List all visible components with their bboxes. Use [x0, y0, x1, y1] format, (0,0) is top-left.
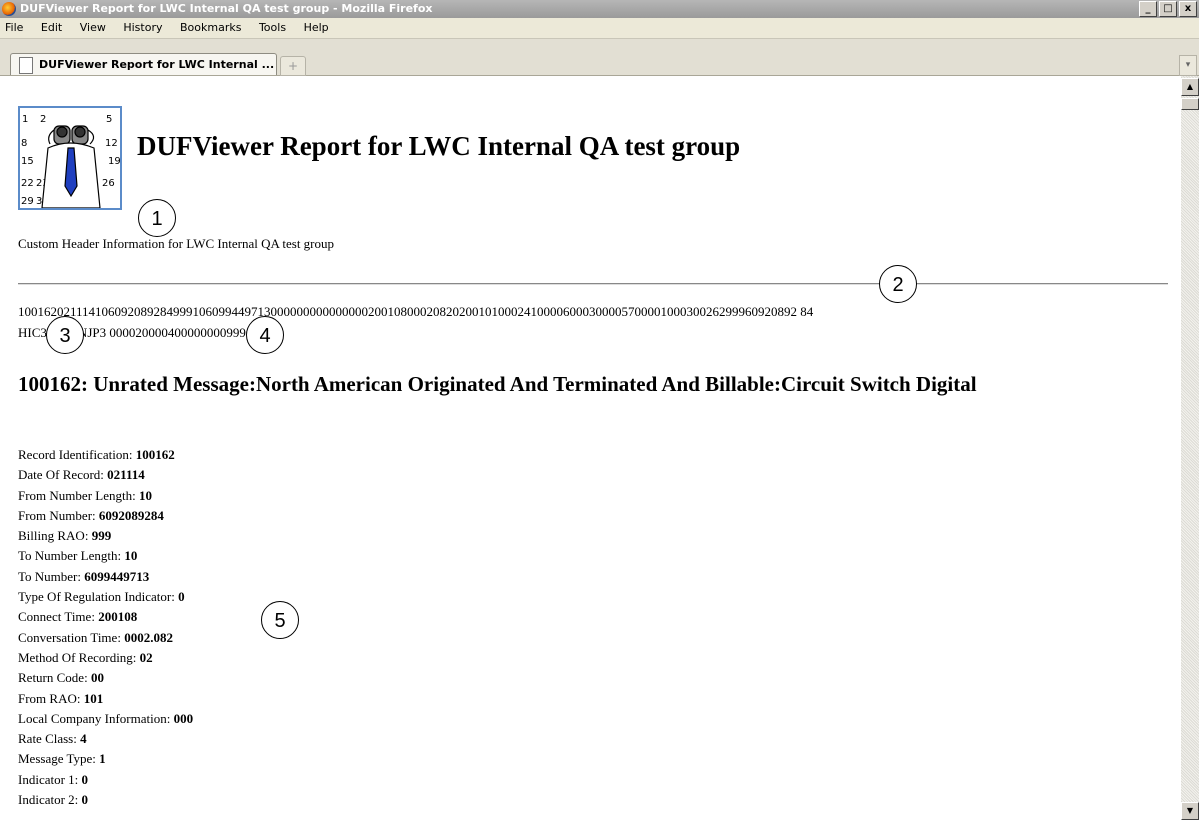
callout-4: 4	[246, 316, 284, 354]
field-type-of-regulation-indicator: Type Of Regulation Indicator: 0	[18, 589, 185, 605]
field-from-number-length: From Number Length: 10	[18, 487, 152, 503]
logo-day: 5	[106, 114, 112, 125]
logo-day: 12	[105, 138, 118, 149]
field-indicator-1: Indicator 1: 0	[18, 771, 89, 787]
window-controls: _ □ x	[1139, 1, 1197, 17]
field-from-number: From Number: 6092089284	[18, 507, 164, 523]
scroll-down-arrow-icon[interactable]: ▼	[1181, 802, 1199, 820]
new-tab-button[interactable]: +	[280, 56, 306, 76]
field-to-number-length: To Number Length: 10	[18, 548, 138, 564]
custom-header-info: Custom Header Information for LWC Intern…	[18, 236, 335, 251]
callout-2: 2	[879, 265, 917, 303]
menu-view[interactable]: View	[73, 18, 113, 38]
logo-day: 26	[102, 178, 115, 189]
logo-day: 19	[108, 156, 120, 167]
field-method-of-recording: Method Of Recording: 02	[18, 649, 153, 665]
window-titlebar: DUFViewer Report for LWC Internal QA tes…	[0, 0, 1199, 18]
record-fields: Record Identification: 100162 Date Of Re…	[18, 445, 193, 810]
field-record-identification: Record Identification: 100162	[18, 447, 175, 462]
logo-day: 22	[21, 178, 34, 189]
menu-history[interactable]: History	[116, 18, 169, 38]
menu-edit[interactable]: Edit	[34, 18, 69, 38]
scroll-up-arrow-icon[interactable]: ▲	[1181, 78, 1199, 96]
logo-day: 2	[40, 114, 46, 125]
field-from-rao: From RAO: 101	[18, 690, 104, 706]
page-content: 1 2 5 8 12 15 19 22 23 26 29 30	[0, 76, 1181, 820]
callout-1: 1	[138, 199, 176, 237]
field-billing-rao: Billing RAO: 999	[18, 528, 112, 544]
firefox-icon	[2, 2, 16, 16]
menu-bookmarks[interactable]: Bookmarks	[173, 18, 248, 38]
menu-tools[interactable]: Tools	[252, 18, 293, 38]
menu-file[interactable]: File	[0, 18, 30, 38]
calendar-binoculars-logo: 1 2 5 8 12 15 19 22 23 26 29 30	[18, 106, 122, 210]
logo-day: 29	[21, 196, 34, 207]
tab-bar: DUFViewer Report for LWC Internal ... + …	[0, 39, 1199, 76]
document-icon	[19, 57, 33, 74]
maximize-button[interactable]: □	[1159, 1, 1177, 17]
callout-3: 3	[46, 316, 84, 354]
field-conversation-time: Conversation Time: 0002.082	[18, 629, 173, 645]
field-to-number: To Number: 6099449713	[18, 568, 150, 584]
horizontal-rule	[18, 283, 1168, 285]
field-return-code: Return Code: 00	[18, 670, 104, 686]
field-indicator-2: Indicator 2: 0	[18, 792, 89, 808]
field-rate-class: Rate Class: 4	[18, 731, 87, 747]
page-title: DUFViewer Report for LWC Internal QA tes…	[137, 131, 741, 161]
menu-help[interactable]: Help	[297, 18, 336, 38]
tab-list-button[interactable]: ▾	[1179, 55, 1197, 76]
field-date-of-record: Date Of Record: 021114	[18, 467, 145, 483]
field-connect-time: Connect Time: 200108	[18, 609, 138, 625]
tab-label: DUFViewer Report for LWC Internal ...	[39, 58, 275, 71]
window-title: DUFViewer Report for LWC Internal QA tes…	[20, 2, 433, 15]
logo-day: 8	[21, 138, 27, 149]
close-button[interactable]: x	[1179, 1, 1197, 17]
logo-day: 1	[22, 114, 28, 125]
vertical-scrollbar[interactable]: ▲ ▼	[1181, 76, 1199, 820]
field-message-type: Message Type: 1	[18, 751, 106, 767]
record-title: 100162: Unrated Message:North American O…	[18, 372, 977, 396]
tab-dufviewer-report[interactable]: DUFViewer Report for LWC Internal ...	[10, 53, 277, 75]
field-local-company-information: Local Company Information: 000	[18, 710, 194, 726]
logo-day: 15	[21, 156, 34, 167]
menu-bar: File Edit View History Bookmarks Tools H…	[0, 18, 1199, 39]
minimize-button[interactable]: _	[1139, 1, 1157, 17]
scrollbar-thumb[interactable]	[1181, 98, 1199, 110]
callout-5: 5	[261, 601, 299, 639]
raw-record-line-1: 1001620211141060920892849991060994497130…	[18, 304, 814, 319]
